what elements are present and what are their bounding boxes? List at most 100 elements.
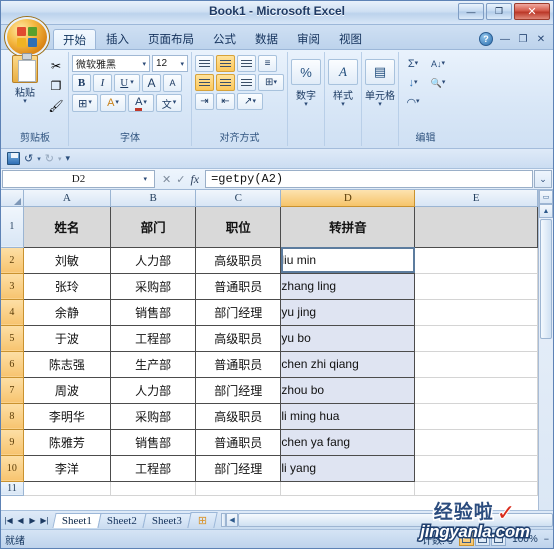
doc-close-button[interactable]: ✕ (535, 34, 547, 45)
cell-a5[interactable]: 于波 (22, 324, 112, 352)
cell-a9[interactable]: 陈雅芳 (22, 428, 112, 456)
zoom-level[interactable]: 100% (512, 534, 538, 545)
row-header-5[interactable]: 5 (1, 325, 24, 352)
page-layout-view-button[interactable] (475, 532, 491, 546)
align-middle-button[interactable] (216, 55, 235, 72)
font-name-chevron-down-icon[interactable]: ▾ (142, 60, 149, 68)
cut-icon[interactable]: ✂ (47, 57, 65, 74)
zoom-out-button[interactable]: − (544, 534, 549, 544)
cell-e3[interactable] (414, 273, 538, 300)
fill-color-button[interactable]: A ▾ (100, 94, 126, 112)
font-color-caret-icon[interactable]: ▾ (143, 99, 147, 106)
font-name-input[interactable]: 微软雅黑 ▾ (72, 55, 150, 72)
cell-d8[interactable]: li ming hua (280, 402, 416, 430)
row-header-6[interactable]: 6 (1, 351, 24, 378)
cell-c3[interactable]: 普通职员 (195, 272, 282, 300)
cell-d3[interactable]: zhang ling (280, 272, 416, 300)
vertical-scrollbar[interactable]: ▭ ▲ (538, 190, 553, 510)
cell-b2[interactable]: 人力部 (110, 246, 197, 274)
vertical-scroll-thumb[interactable] (540, 219, 552, 339)
cell-a6[interactable]: 陈志强 (22, 350, 112, 378)
tab-data[interactable]: 数据 (246, 29, 287, 49)
paste-button[interactable]: 粘贴 ▾ (5, 53, 45, 105)
cell-a1[interactable]: 姓名 (22, 205, 112, 248)
last-sheet-icon[interactable]: ▶| (39, 516, 50, 525)
tab-view[interactable]: 视图 (330, 29, 371, 49)
number-caret-icon[interactable]: ▾ (304, 101, 308, 108)
cell-c11[interactable] (195, 481, 282, 496)
column-header-e[interactable]: E (414, 190, 538, 207)
orientation-button[interactable]: ↗ ▾ (237, 93, 263, 110)
sheet-tab-sheet1[interactable]: Sheet1 (52, 512, 102, 528)
paste-caret-icon[interactable]: ▾ (23, 98, 27, 105)
cell-e11[interactable] (414, 481, 538, 496)
scroll-up-button[interactable]: ▲ (539, 204, 553, 218)
cell-d4[interactable]: yu jing (280, 298, 416, 326)
insert-function-icon[interactable]: fx (190, 172, 199, 187)
cell-c10[interactable]: 部门经理 (195, 454, 282, 482)
font-color-button[interactable]: A ▾ (128, 94, 154, 112)
row-header-9[interactable]: 9 (1, 429, 24, 456)
autosum-button[interactable]: Σ ▾ (402, 56, 424, 72)
tab-formulas[interactable]: 公式 (204, 29, 245, 49)
row-header-2[interactable]: 2 (1, 247, 24, 274)
cell-d6[interactable]: chen zhi qiang (280, 350, 416, 378)
row-header-3[interactable]: 3 (1, 273, 24, 300)
bold-button[interactable]: B (72, 74, 91, 92)
horizontal-scroll-thumb[interactable] (238, 513, 553, 527)
name-box-chevron-down-icon[interactable]: ▾ (143, 175, 150, 183)
close-button[interactable]: ✕ (514, 3, 550, 20)
cell-b3[interactable]: 采购部 (110, 272, 197, 300)
cell-d9[interactable]: chen ya fang (280, 428, 416, 456)
cell-c8[interactable]: 高级职员 (195, 402, 282, 430)
horizontal-scrollbar[interactable]: ◀ (221, 513, 553, 527)
scroll-left-button[interactable]: ◀ (226, 513, 239, 527)
align-bottom-button[interactable] (237, 55, 256, 72)
merge-caret-icon[interactable]: ▾ (273, 79, 277, 86)
cell-a8[interactable]: 李明华 (22, 402, 112, 430)
clear-caret-icon[interactable]: ▾ (416, 98, 420, 105)
cell-c2[interactable]: 高级职员 (195, 246, 282, 274)
cell-e6[interactable] (414, 351, 538, 378)
font-size-chevron-down-icon[interactable]: ▾ (180, 60, 187, 68)
sum-caret-icon[interactable]: ▾ (415, 60, 419, 67)
vertical-scroll-track[interactable] (539, 340, 553, 510)
accept-formula-icon[interactable]: ✓ (176, 173, 185, 186)
name-box[interactable]: D2 ▾ (2, 170, 155, 188)
italic-button[interactable]: I (93, 74, 112, 92)
styles-caret-icon[interactable]: ▾ (341, 101, 345, 108)
cells-caret-icon[interactable]: ▾ (378, 101, 382, 108)
merge-cells-button[interactable]: ⊞ ▾ (258, 74, 284, 91)
help-icon[interactable]: ? (479, 32, 493, 46)
next-sheet-icon[interactable]: ▶ (27, 516, 38, 525)
customize-qat-button[interactable]: ▾ (65, 153, 70, 164)
underline-button[interactable]: U ▾ (114, 74, 140, 92)
prev-sheet-icon[interactable]: ◀ (15, 516, 26, 525)
tab-page-layout[interactable]: 页面布局 (139, 29, 203, 49)
cell-c5[interactable]: 高级职员 (195, 324, 282, 352)
align-top-button[interactable] (195, 55, 214, 72)
cancel-formula-icon[interactable]: ✕ (162, 173, 171, 186)
cell-b4[interactable]: 销售部 (110, 298, 197, 326)
cell-d11[interactable] (280, 481, 416, 496)
formula-input[interactable]: =getpy(A2) (205, 170, 533, 188)
align-center-button[interactable] (216, 74, 235, 91)
office-button[interactable] (5, 17, 49, 57)
column-header-a[interactable]: A (23, 190, 112, 207)
cell-d7[interactable]: zhou bo (280, 376, 416, 404)
cell-a11[interactable] (23, 481, 112, 496)
format-painter-icon[interactable]: 🖌 (47, 97, 65, 114)
cell-b7[interactable]: 人力部 (110, 376, 197, 404)
cells-button[interactable]: ▤ (365, 59, 395, 85)
cell-a10[interactable]: 李洋 (22, 454, 112, 482)
cell-b9[interactable]: 销售部 (110, 428, 197, 456)
cell-b1[interactable]: 部门 (110, 205, 197, 248)
cell-b8[interactable]: 采购部 (110, 402, 197, 430)
cell-e7[interactable] (414, 377, 538, 404)
fill-down-caret-icon[interactable]: ▾ (414, 79, 418, 86)
cell-a4[interactable]: 余静 (22, 298, 112, 326)
doc-minimize-button[interactable]: — (499, 34, 511, 45)
cell-a3[interactable]: 张玲 (22, 272, 112, 300)
align-left-button[interactable] (195, 74, 214, 91)
row-header-4[interactable]: 4 (1, 299, 24, 326)
